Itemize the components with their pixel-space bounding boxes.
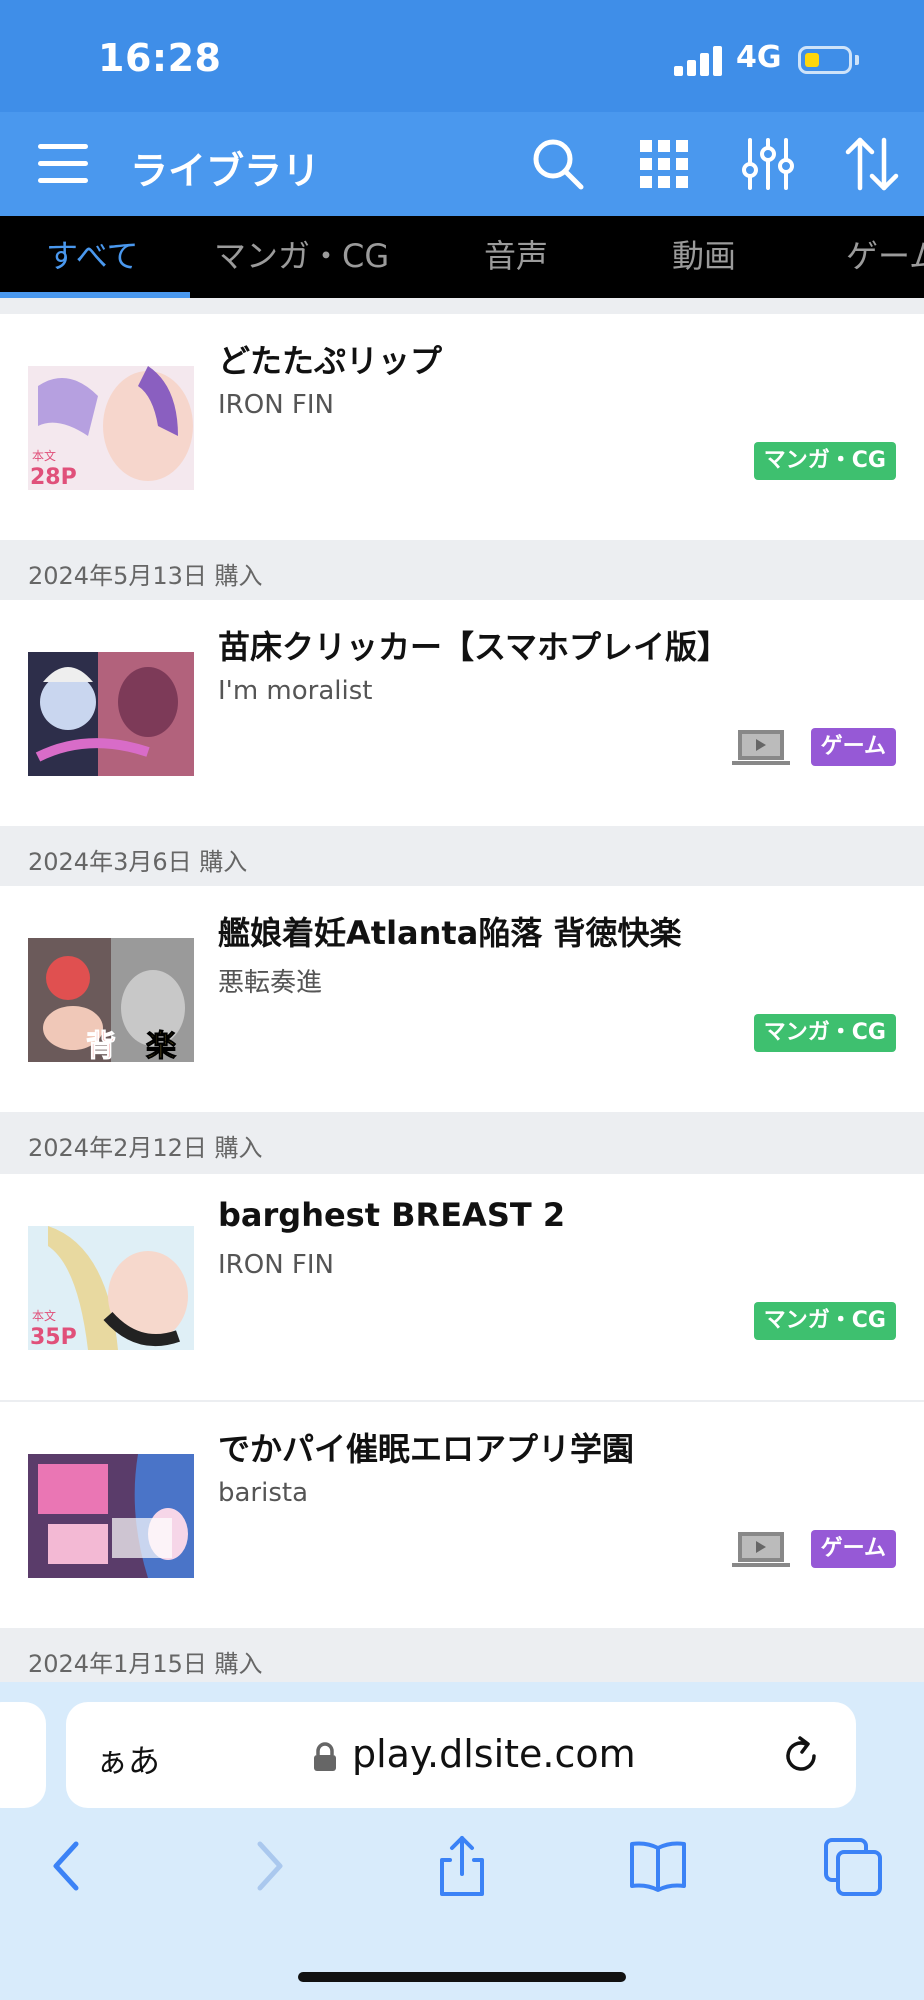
svg-text:本文: 本文 [32, 1308, 56, 1323]
tab-video[interactable]: 動画 [672, 216, 736, 298]
active-tab-indicator [0, 292, 190, 298]
svg-text:背: 背 [86, 1029, 116, 1062]
item-author: 悪転奏進 [218, 968, 323, 998]
pc-device-icon [732, 1532, 790, 1567]
share-icon[interactable] [430, 1834, 494, 1898]
status-bar: 16:28 4G [0, 0, 924, 112]
item-title: 苗床クリッカー【スマホプレイ版】 [218, 628, 730, 666]
category-badge: マンガ・CG [753, 1302, 896, 1340]
filter-sliders-icon[interactable] [738, 134, 798, 194]
purchase-date: 2024年3月6日 購入 [28, 848, 248, 876]
tabs-icon[interactable] [822, 1834, 886, 1898]
battery-tip [855, 55, 859, 65]
lock-icon [314, 1742, 336, 1771]
purchase-date: 2024年5月13日 購入 [28, 562, 263, 590]
cover-thumbnail [28, 652, 194, 776]
status-time: 16:28 [98, 36, 222, 80]
item-title: でかパイ催眠エロアプリ学園 [218, 1430, 635, 1468]
cover-thumbnail: 本文 35P [28, 1226, 194, 1350]
cover-thumbnail: 本文 28P [28, 366, 194, 490]
item-author: IRON FIN [218, 1250, 334, 1280]
tab-voice[interactable]: 音声 [484, 216, 548, 298]
sort-icon[interactable] [842, 134, 902, 194]
menu-icon[interactable] [38, 142, 88, 186]
category-badge: ゲーム [810, 728, 896, 766]
tab-all[interactable]: すべて [46, 216, 138, 298]
category-badge: ゲーム [810, 1530, 896, 1568]
grid-view-icon[interactable] [634, 134, 694, 194]
reload-icon[interactable] [780, 1734, 824, 1778]
category-badge: マンガ・CG [753, 442, 896, 480]
svg-text:28P: 28P [30, 465, 77, 490]
back-icon[interactable] [36, 1834, 100, 1898]
library-item[interactable]: でかパイ催眠エロアプリ学園 barista ゲーム [0, 1402, 924, 1628]
bookmarks-icon[interactable] [626, 1834, 690, 1898]
item-title: どたたぷリップ [218, 342, 443, 380]
library-item[interactable]: 背 楽 艦娘着妊Atlanta陥落 背徳快楽 悪転奏進 マンガ・CG [0, 886, 924, 1112]
cover-thumbnail [28, 1454, 194, 1578]
home-indicator [298, 1972, 626, 1982]
cover-thumbnail: 背 楽 [28, 938, 194, 1062]
category-badge: マンガ・CG [753, 1014, 896, 1052]
library-item[interactable]: 本文 28P どたたぷリップ IRON FIN マンガ・CG [0, 314, 924, 540]
page-title: ライブラリ [130, 149, 321, 193]
battery-icon [798, 46, 852, 74]
svg-text:楽: 楽 [146, 1029, 176, 1062]
library-item[interactable]: 本文 35P barghest BREAST 2 IRON FIN マンガ・CG [0, 1174, 924, 1400]
library-item[interactable]: 苗床クリッカー【スマホプレイ版】 I'm moralist ゲーム [0, 600, 924, 826]
browser-toolbar: ぁあ play.dlsite.com [0, 1682, 924, 2000]
category-tabs: すべて マンガ・CG 音声 動画 ゲーム [0, 216, 924, 298]
url-text: play.dlsite.com [352, 1732, 636, 1776]
signal-icon [674, 46, 724, 76]
item-title: barghest BREAST 2 [218, 1196, 566, 1234]
item-author: I'm moralist [218, 676, 373, 706]
svg-text:本文: 本文 [32, 448, 56, 463]
purchase-date: 2024年1月15日 購入 [28, 1650, 263, 1678]
app-header: ライブラリ [0, 112, 924, 216]
purchase-date: 2024年2月12日 購入 [28, 1134, 263, 1162]
tab-game[interactable]: ゲーム [846, 216, 924, 298]
previous-tab-card[interactable] [0, 1702, 46, 1808]
svg-text:35P: 35P [30, 1325, 77, 1350]
item-author: IRON FIN [218, 390, 334, 420]
search-icon[interactable] [528, 134, 588, 194]
text-size-button[interactable]: ぁあ [96, 1736, 160, 1782]
forward-icon[interactable] [236, 1834, 300, 1898]
item-title: 艦娘着妊Atlanta陥落 背徳快楽 [218, 914, 682, 952]
item-author: barista [218, 1478, 309, 1508]
network-type: 4G [736, 40, 782, 75]
address-bar[interactable]: ぁあ play.dlsite.com [66, 1702, 856, 1808]
tab-manga-cg[interactable]: マンガ・CG [214, 216, 389, 298]
pc-device-icon [732, 730, 790, 765]
